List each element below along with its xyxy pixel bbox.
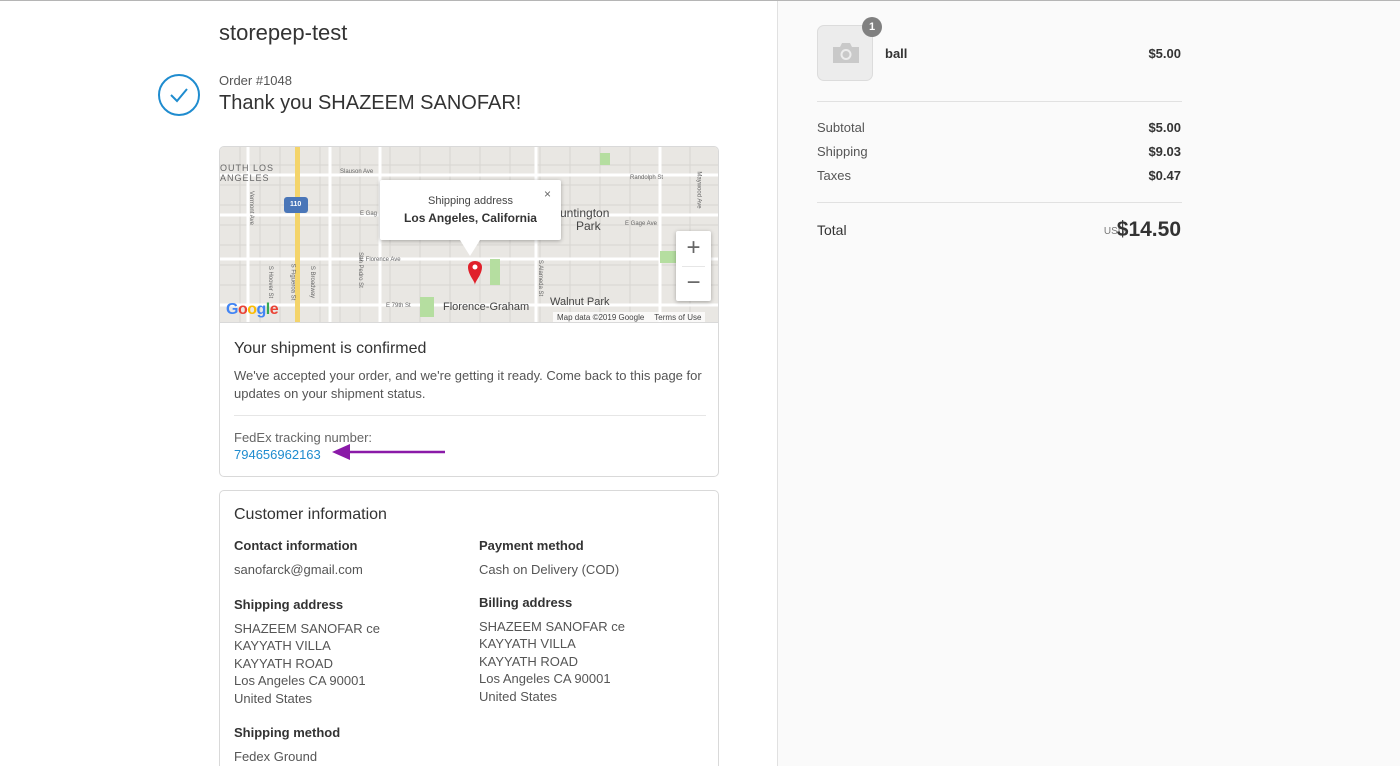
map-label: San Pedro St (356, 252, 363, 288)
shipping-label: Shipping (817, 144, 868, 159)
map-label: Walnut Park (550, 296, 610, 308)
tracking-number-link[interactable]: 794656962163 (234, 447, 321, 462)
map-attribution: Map data ©2019 Google Terms of Use (553, 312, 706, 322)
map-label: Vermont Ave (247, 191, 254, 225)
shipping-address-line: KAYYATH VILLA (234, 638, 331, 653)
shipping-address-line: KAYYATH ROAD (234, 656, 333, 671)
billing-address-heading: Billing address (479, 595, 573, 610)
shipment-card: 110 OUTH LOS ANGELES Slauson Ave E Gag E… (219, 146, 719, 477)
shipping-address-line: Los Angeles CA 90001 (234, 673, 366, 688)
main-content: storepep-test Order #1048 Thank you SHAZ… (0, 1, 777, 766)
contact-email: sanofarck@gmail.com (234, 562, 363, 577)
close-icon[interactable]: × (544, 187, 551, 201)
taxes-label: Taxes (817, 168, 851, 183)
map-info-popup: Shipping address Los Angeles, California… (380, 180, 561, 256)
shipping-address-line: United States (234, 691, 313, 706)
map-label: Slauson Ave (340, 169, 374, 175)
total-label: Total (817, 222, 847, 238)
zoom-divider (682, 266, 705, 267)
shipping-address-line: SHAZEEM SANOFAR ce (234, 621, 380, 636)
map-label: S Figueroa St (289, 263, 296, 301)
shipment-description: We've accepted your order, and we're get… (234, 368, 702, 401)
shipping-map[interactable]: 110 OUTH LOS ANGELES Slauson Ave E Gag E… (220, 147, 718, 323)
terms-of-use-link[interactable]: Terms of Use (654, 313, 701, 322)
contact-info-heading: Contact information (234, 538, 358, 553)
billing-address-line: KAYYATH VILLA (479, 636, 576, 651)
popup-title: Shipping address (427, 195, 513, 207)
map-label: S Alameda St (537, 259, 544, 297)
billing-address-line: United States (479, 689, 558, 704)
thank-you-heading: Thank you SHAZEEM SANOFAR! (219, 92, 522, 114)
map-label: E Gage Ave (625, 221, 657, 227)
map-label: E 79th St (386, 303, 411, 309)
product-price: $5.00 (1148, 46, 1181, 61)
camera-icon (833, 43, 859, 63)
map-label: Florence-Graham (443, 301, 530, 313)
map-zoom-controls: + − (676, 231, 711, 301)
payment-method-value: Cash on Delivery (COD) (479, 562, 620, 577)
map-label: E Gag (360, 211, 378, 217)
order-summary-sidebar: 1 ball $5.00 Subtotal $5.00 Shipping $9.… (777, 1, 1400, 766)
divider (234, 415, 706, 416)
map-label: Park (576, 219, 601, 233)
billing-address-line: Los Angeles CA 90001 (479, 671, 611, 686)
quantity-badge: 1 (862, 17, 882, 37)
map-label: 110 (290, 201, 302, 208)
zoom-in-button[interactable]: + (676, 231, 711, 266)
payment-method-heading: Payment method (479, 538, 584, 553)
billing-address-line: KAYYATH ROAD (479, 654, 578, 669)
shipping-address-heading: Shipping address (234, 597, 344, 612)
shipping-method-heading: Shipping method (234, 725, 341, 740)
arrow-annotation-icon (332, 444, 445, 460)
map-label: S Broadway (309, 265, 316, 299)
divider (817, 101, 1182, 102)
store-name[interactable]: storepep-test (219, 20, 347, 46)
subtotal-label: Subtotal (817, 120, 865, 135)
total-value: $14.50 (1116, 218, 1181, 241)
google-logo: Google (226, 301, 279, 318)
billing-address-line: SHAZEEM SANOFAR ce (479, 619, 625, 634)
map-label: Maywood Ave (695, 171, 702, 209)
subtotal-value: $5.00 (1148, 120, 1181, 135)
map-data-credit: Map data ©2019 Google (557, 313, 645, 322)
taxes-value: $0.47 (1148, 168, 1181, 183)
shipping-value: $9.03 (1148, 144, 1181, 159)
map-label: Randolph St (630, 175, 664, 181)
zoom-out-button[interactable]: − (676, 266, 711, 301)
map-label: OUTH LOS (220, 163, 275, 173)
map-label: untington (560, 206, 610, 220)
map-label: S Hoover St (267, 265, 274, 299)
shipping-method-value: Fedex Ground (234, 749, 318, 764)
map-label: ANGELES (220, 173, 270, 183)
order-number: Order #1048 (219, 73, 292, 88)
checkmark-icon (158, 74, 200, 116)
customer-info-card: Customer information Contact information… (219, 490, 719, 766)
product-name: ball (885, 46, 908, 61)
map-label: E Florence Ave (360, 257, 401, 263)
shipment-title: Your shipment is confirmed (234, 340, 427, 357)
divider (817, 202, 1182, 203)
popup-city: Los Angeles, California (404, 211, 537, 225)
customer-info-title: Customer information (234, 506, 387, 523)
